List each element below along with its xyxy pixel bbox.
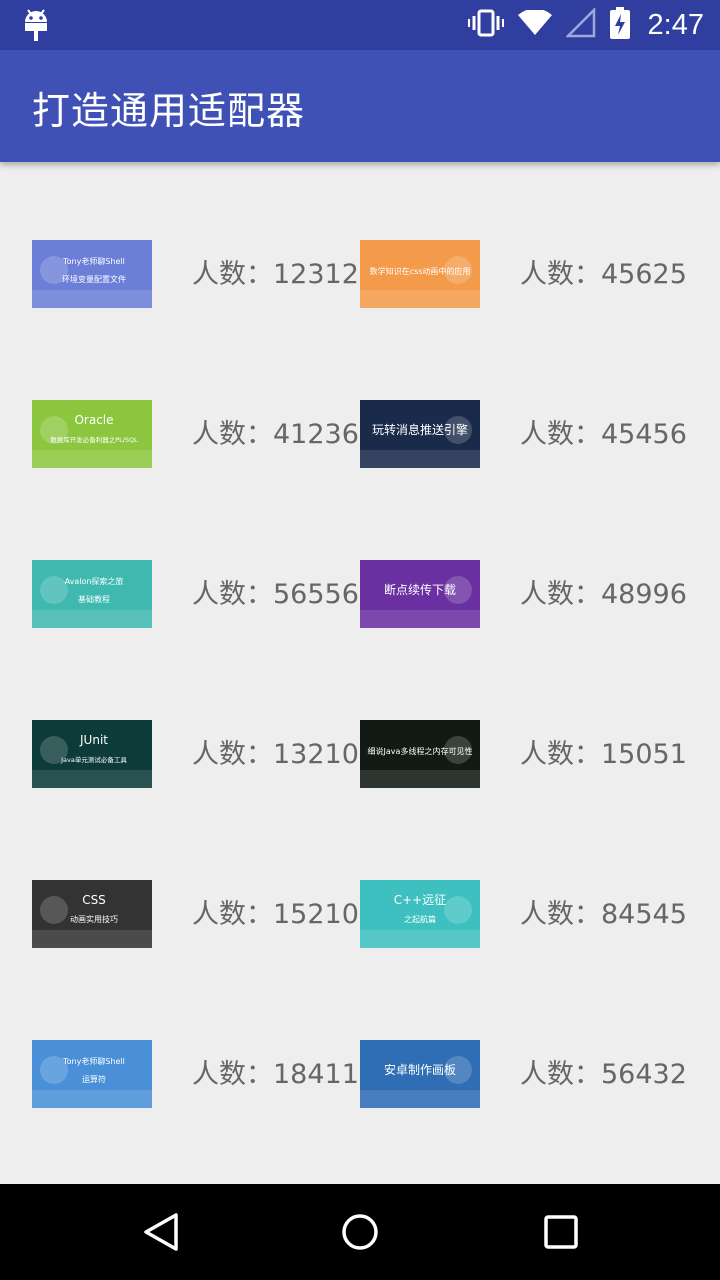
thumbnail-subtitle: 之起航篇 [404,914,436,924]
student-count: 人数：48996 [520,579,687,610]
course-thumbnail: JUnit Java单元测试必备工具 [32,720,152,788]
course-thumbnail: 安卓制作画板 [360,1040,480,1108]
course-thumbnail: Avalon探索之旅 基础教程 [32,560,152,628]
status-time: 2:47 [647,8,704,41]
thumbnail-subtitle: 数据库开发必备利器之PL/SQL [50,435,138,444]
thumbnail-title: C++远征 [394,893,447,907]
thumbnail-subtitle: 动画实用技巧 [70,914,118,924]
status-bar: 2:47 [0,0,720,50]
grid-item[interactable]: Tony老师聊Shell 环境变量配置文件 人数：12312 [0,162,359,322]
navigation-bar [0,1184,720,1280]
page-title: 打造通用适配器 [32,89,306,133]
thumbnail-subtitle: 基础教程 [78,594,110,604]
thumbnail-title: 安卓制作画板 [384,1062,456,1077]
student-count: 人数：84545 [520,899,687,930]
course-thumbnail: 细说Java多线程之内存可见性 [360,720,480,788]
battery-charging-icon [609,7,630,43]
thumbnail-title: JUnit [79,733,108,747]
recents-icon[interactable] [541,1212,581,1252]
thumbnail-title: 断点续传下载 [384,582,456,597]
grid-item[interactable]: Oracle 数据库开发必备利器之PL/SQL 人数：41236 [0,322,359,482]
student-count: 人数：45456 [520,419,687,450]
app-bar: 打造通用适配器 [0,50,720,162]
grid-item[interactable]: 数学知识在css动画中的应用 人数：45625 [328,162,687,322]
thumbnail-subtitle: 运算符 [82,1074,106,1084]
grid-item[interactable]: 断点续传下载 人数：48996 [328,482,687,642]
student-count: 人数：45625 [520,259,687,290]
thumbnail-title: Oracle [74,413,113,427]
course-grid[interactable]: Tony老师聊Shell 环境变量配置文件 人数：12312 数学知识在css动画中的… [0,162,720,1184]
course-thumbnail: 数学知识在css动画中的应用 [360,240,480,308]
vibrate-icon [467,9,504,41]
thumbnail-title: 数学知识在css动画中的应用 [370,266,471,276]
course-thumbnail: Tony老师聊Shell 环境变量配置文件 [32,240,152,308]
signal-icon [564,6,596,42]
course-thumbnail: Tony老师聊Shell 运算符 [32,1040,152,1108]
thumbnail-title: 细说Java多线程之内存可见性 [368,746,473,756]
grid-item[interactable]: 安卓制作画板 人数：56432 [328,962,687,1122]
grid-item[interactable]: Tony老师聊Shell 运算符 人数：18411 [0,962,359,1122]
student-count: 人数：56432 [520,1059,687,1090]
thumbnail-title: CSS [82,893,106,907]
course-thumbnail: 玩转消息推送引擎 [360,400,480,468]
thumbnail-title: 玩转消息推送引擎 [372,422,468,437]
grid-item[interactable]: C++远征之起航篇 人数：84545 [328,802,687,962]
thumbnail-subtitle: Java单元测试必备工具 [60,755,127,764]
wifi-icon [517,8,552,40]
course-thumbnail: 断点续传下载 [360,560,480,628]
grid-item[interactable]: Avalon探索之旅 基础教程 人数：56556 [0,482,359,642]
thumbnail-title: Tony老师聊Shell [62,256,125,266]
grid-item[interactable]: CSS 动画实用技巧 人数：15210 [0,802,359,962]
android-icon [22,8,50,46]
thumbnail-subtitle: 环境变量配置文件 [62,274,126,284]
student-count: 人数：15051 [520,739,687,770]
home-icon[interactable] [340,1212,380,1252]
grid-item[interactable]: JUnit Java单元测试必备工具 人数：13210 [0,642,359,802]
grid-item[interactable]: 细说Java多线程之内存可见性 人数：15051 [328,642,687,802]
back-icon[interactable] [142,1212,182,1252]
grid-item[interactable]: 玩转消息推送引擎 人数：45456 [328,322,687,482]
thumbnail-title: Tony老师聊Shell [62,1056,125,1066]
thumbnail-title: Avalon探索之旅 [65,576,124,586]
course-thumbnail: CSS 动画实用技巧 [32,880,152,948]
course-thumbnail: Oracle 数据库开发必备利器之PL/SQL [32,400,152,468]
course-thumbnail: C++远征之起航篇 [360,880,480,948]
